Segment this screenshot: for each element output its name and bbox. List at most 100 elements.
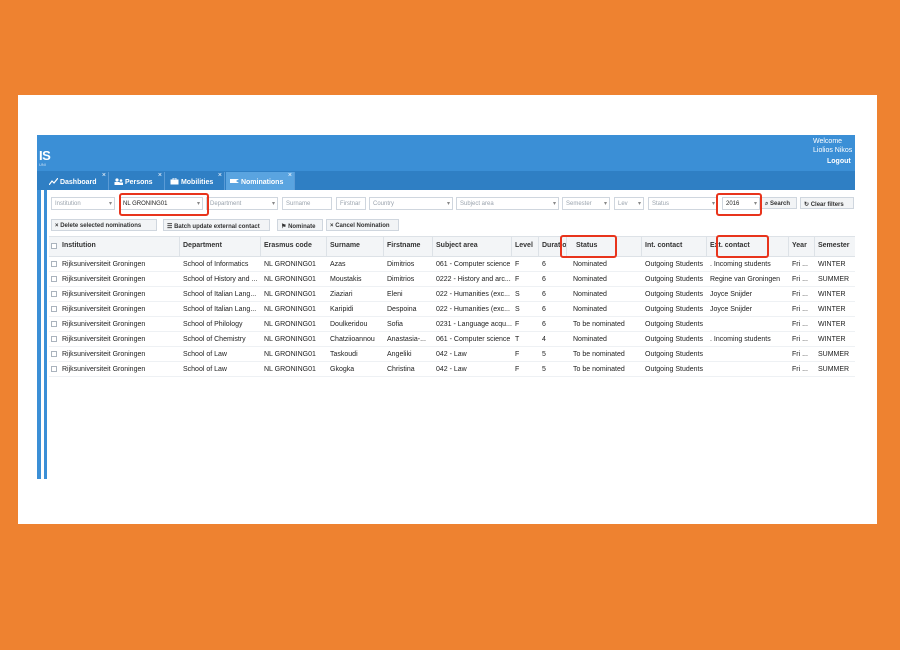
column-header[interactable]: Status bbox=[567, 237, 642, 256]
level-cell: F bbox=[515, 351, 520, 358]
chevron-down-icon: ▾ bbox=[753, 201, 757, 207]
status-cell: Nominated bbox=[573, 291, 607, 298]
app-logo: IS bbox=[39, 148, 51, 163]
row-checkbox[interactable] bbox=[51, 366, 57, 372]
semester-cell: WINTER bbox=[818, 291, 846, 298]
table-row[interactable]: Rijksuniversiteit Groningen School of Ita… bbox=[49, 302, 855, 317]
institution-filter[interactable]: Institution ▾ bbox=[51, 197, 115, 210]
top-bar: IS UNI Welcome Liolios Nikos Logout bbox=[37, 135, 855, 171]
column-header[interactable]: Level bbox=[512, 237, 539, 256]
row-checkbox[interactable] bbox=[51, 321, 57, 327]
country-filter[interactable]: Country ▾ bbox=[369, 197, 453, 210]
column-header[interactable]: Int. contact bbox=[642, 237, 707, 256]
cancel-nomination-button[interactable]: × Cancel Nomination bbox=[326, 219, 399, 231]
firstname-filter[interactable]: Firstnar bbox=[336, 197, 366, 210]
institution-cell: Rijksuniversiteit Groningen bbox=[62, 351, 146, 358]
subject-area-cell: 061 - Computer science bbox=[436, 261, 511, 268]
column-header[interactable]: Erasmus code bbox=[261, 237, 327, 256]
table-row[interactable]: Rijksuniversiteit Groningen School of Inf… bbox=[49, 257, 855, 272]
tab-label: Nominations bbox=[240, 179, 284, 186]
row-checkbox[interactable] bbox=[51, 276, 57, 282]
department-filter[interactable]: Department ▾ bbox=[206, 197, 278, 210]
logout-link[interactable]: Logout bbox=[827, 158, 855, 165]
year-cell: Fri ... bbox=[792, 261, 808, 268]
select-all-checkbox[interactable] bbox=[51, 243, 57, 249]
tab-label: Dashboard bbox=[59, 179, 97, 186]
department-cell: School of History and ... bbox=[183, 276, 258, 283]
app-logo-subtitle: UNI bbox=[39, 162, 46, 167]
close-icon[interactable]: × bbox=[218, 172, 222, 179]
level-cell: F bbox=[515, 261, 520, 268]
table-row[interactable]: Rijksuniversiteit Groningen School of Law… bbox=[49, 347, 855, 362]
batch-update-button[interactable]: ☰ Batch update external contact bbox=[163, 219, 270, 231]
surname-cell: Ziaziari bbox=[330, 291, 353, 298]
column-header[interactable]: Surname bbox=[327, 237, 384, 256]
table-row[interactable]: Rijksuniversiteit Groningen School of Ita… bbox=[49, 287, 855, 302]
duration-cell: 6 bbox=[542, 261, 546, 268]
firstname-cell: Sofia bbox=[387, 321, 403, 328]
table-row[interactable]: Rijksuniversiteit Groningen School of Phi… bbox=[49, 317, 855, 332]
row-checkbox[interactable] bbox=[51, 261, 57, 267]
semester-filter[interactable]: Semester ▾ bbox=[562, 197, 610, 210]
column-header[interactable]: Duration bbox=[539, 237, 567, 256]
level-filter[interactable]: Lev ▾ bbox=[614, 197, 644, 210]
surname-cell: Taskoudi bbox=[330, 351, 358, 358]
ext-contact-cell: Regine van Groningen bbox=[710, 276, 781, 283]
institution-value-select[interactable]: NL GRONING01 ▾ bbox=[119, 197, 203, 210]
table-row[interactable]: Rijksuniversiteit Groningen School of His… bbox=[49, 272, 855, 287]
column-header[interactable]: Ext. contact bbox=[707, 237, 789, 256]
status-cell: Nominated bbox=[573, 261, 607, 268]
close-icon[interactable]: × bbox=[158, 172, 162, 179]
column-header[interactable]: Year bbox=[789, 237, 815, 256]
level-cell: S bbox=[515, 291, 520, 298]
status-cell: Nominated bbox=[573, 336, 607, 343]
column-header[interactable]: Department bbox=[180, 237, 261, 256]
duration-cell: 4 bbox=[542, 336, 546, 343]
subject-area-filter[interactable]: Subject area ▾ bbox=[456, 197, 559, 210]
duration-cell: 6 bbox=[542, 306, 546, 313]
nominate-button[interactable]: ⚑ Nominate bbox=[277, 219, 323, 231]
semester-cell: WINTER bbox=[818, 261, 846, 268]
column-header[interactable]: Institution bbox=[59, 237, 180, 256]
semester-cell: SUMMER bbox=[818, 351, 850, 358]
table-row[interactable]: Rijksuniversiteit Groningen School of Law… bbox=[49, 362, 855, 377]
row-checkbox[interactable] bbox=[51, 306, 57, 312]
tab-nominations[interactable]: Nominations × bbox=[226, 172, 295, 190]
department-cell: School of Law bbox=[183, 351, 227, 358]
year-filter[interactable]: 2016 ▾ bbox=[722, 197, 760, 210]
row-checkbox[interactable] bbox=[51, 351, 57, 357]
user-name: Liolios Nikos bbox=[813, 147, 853, 154]
row-checkbox[interactable] bbox=[51, 291, 57, 297]
tab-persons[interactable]: Persons × bbox=[110, 172, 165, 190]
status-cell: Nominated bbox=[573, 306, 607, 313]
chevron-down-icon: ▾ bbox=[271, 201, 275, 207]
tab-mobilities[interactable]: Mobilities × bbox=[166, 172, 225, 190]
table-row[interactable]: Rijksuniversiteit Groningen School of Che… bbox=[49, 332, 855, 347]
subject-area-cell: 0222 - History and arc... bbox=[436, 276, 511, 283]
column-header[interactable]: Firstname bbox=[384, 237, 433, 256]
column-header[interactable]: Semester bbox=[815, 237, 855, 256]
duration-cell: 6 bbox=[542, 291, 546, 298]
department-cell: School of Law bbox=[183, 366, 227, 373]
delete-nominations-button[interactable]: × Delete selected nominations bbox=[51, 219, 157, 231]
row-checkbox[interactable] bbox=[51, 336, 57, 342]
department-cell: School of Italian Lang... bbox=[183, 306, 257, 313]
institution-cell: Rijksuniversiteit Groningen bbox=[62, 321, 146, 328]
status-filter[interactable]: Status ▾ bbox=[648, 197, 718, 210]
tab-dashboard[interactable]: Dashboard × bbox=[45, 172, 109, 190]
semester-cell: SUMMER bbox=[818, 276, 850, 283]
close-icon[interactable]: × bbox=[102, 172, 106, 179]
chart-line-icon bbox=[48, 177, 59, 186]
institution-cell: Rijksuniversiteit Groningen bbox=[62, 291, 146, 298]
firstname-cell: Eleni bbox=[387, 291, 403, 298]
close-icon[interactable]: × bbox=[288, 172, 292, 179]
search-button[interactable]: ⌕ Search bbox=[761, 197, 797, 209]
clear-filters-button[interactable]: ↻ Clear filters bbox=[800, 197, 854, 209]
surname-filter[interactable]: Surname bbox=[282, 197, 332, 210]
chevron-down-icon: ▾ bbox=[108, 201, 112, 207]
chevron-down-icon: ▾ bbox=[603, 201, 607, 207]
subject-area-cell: 022 - Humanities (exc... bbox=[436, 306, 510, 313]
column-header[interactable]: Subject area bbox=[433, 237, 512, 256]
semester-cell: WINTER bbox=[818, 321, 846, 328]
erasmus-code-cell: NL GRONING01 bbox=[264, 321, 316, 328]
